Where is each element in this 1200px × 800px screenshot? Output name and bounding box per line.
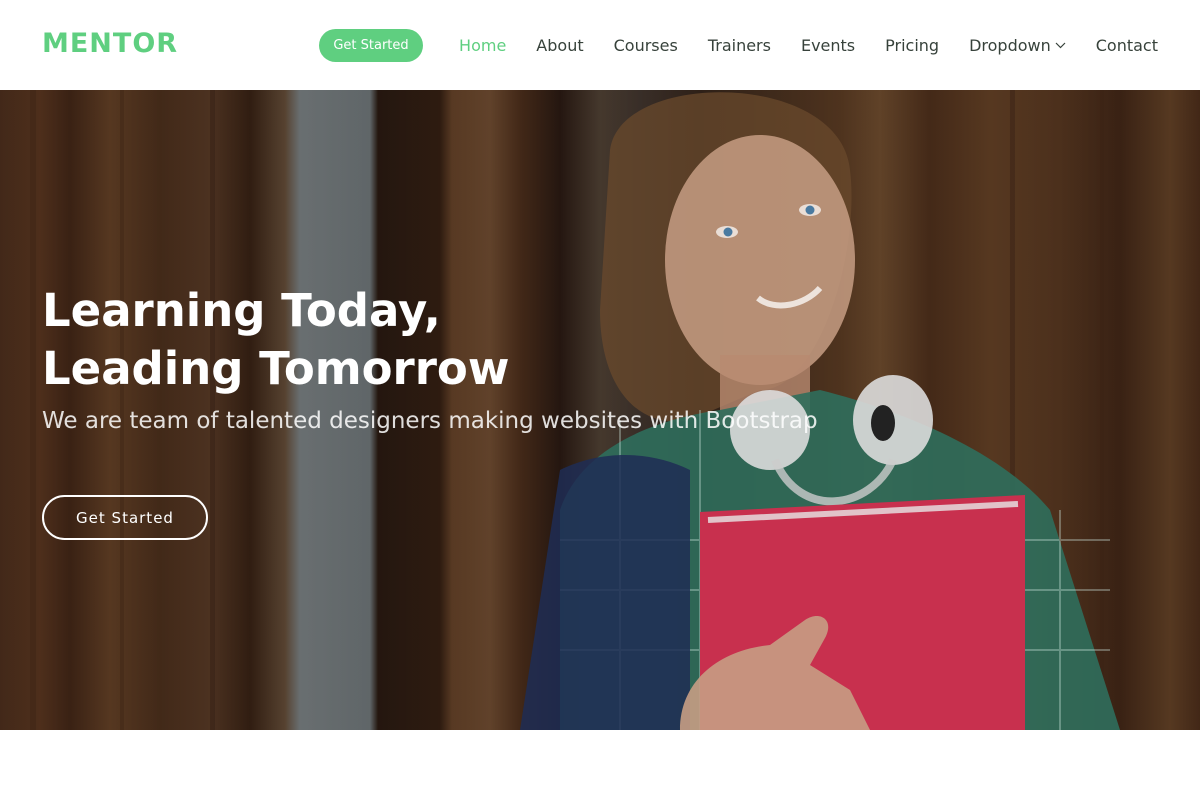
nav-home[interactable]: Home (459, 36, 506, 55)
nav-about-label: About (536, 35, 584, 55)
header-get-started-button[interactable]: Get Started (319, 29, 423, 62)
hero-section: Learning Today, Leading Tomorrow We are … (0, 90, 1200, 730)
nav-events-label: Events (800, 35, 856, 55)
hero-title-line2: Leading Tomorrow (42, 342, 510, 395)
hero-subtitle: We are team of talented designers making… (42, 408, 818, 434)
hero-title: Learning Today, Leading Tomorrow (42, 282, 742, 398)
hero-get-started-button[interactable]: Get Started (42, 495, 208, 540)
nav-contact-label: Contact (1095, 35, 1158, 55)
nav-dropdown-label: Dropdown (969, 35, 1051, 55)
nav-dropdown[interactable]: Dropdown (969, 36, 1066, 55)
nav-pricing-label: Pricing (885, 35, 940, 55)
nav-pricing[interactable]: Pricing (885, 36, 939, 55)
nav-about[interactable]: About (536, 36, 583, 55)
nav-trainers[interactable]: Trainers (708, 36, 771, 55)
nav-contact[interactable]: Contact (1096, 36, 1158, 55)
chevron-down-icon (1055, 42, 1066, 48)
nav-courses[interactable]: Courses (614, 36, 678, 55)
site-logo[interactable]: MENTOR (42, 28, 178, 59)
nav-courses-label: Courses (613, 35, 678, 55)
nav-trainers-label: Trainers (707, 35, 771, 55)
main-nav: Home About Courses Trainers Events Prici… (459, 0, 1158, 90)
nav-home-label: Home (459, 35, 507, 55)
site-header: MENTOR Get Started Home About Courses Tr… (0, 0, 1200, 90)
hero-title-line1: Learning Today, (42, 284, 441, 337)
nav-events[interactable]: Events (801, 36, 855, 55)
